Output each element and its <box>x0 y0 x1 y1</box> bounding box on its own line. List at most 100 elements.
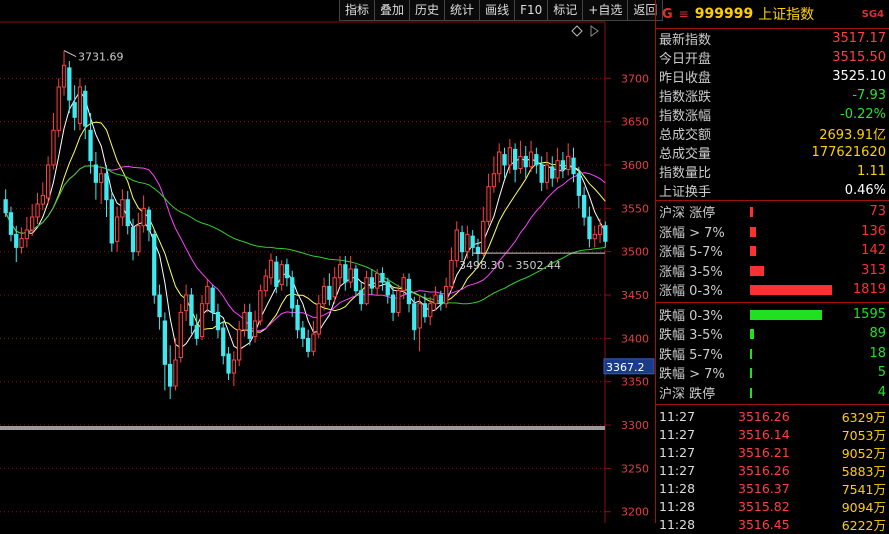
tick-row[interactable]: 11:28 3516.37 7541万 <box>656 479 889 497</box>
range-annotation: 3498.30 - 3502.44 <box>459 259 561 272</box>
y-tick-label: 3200 <box>621 506 649 519</box>
candle-up <box>497 151 502 175</box>
stat-label: 今日开盘 <box>659 52 712 67</box>
candle-up <box>183 294 189 312</box>
tick-volume: 7541万 <box>841 481 886 497</box>
candle-down <box>353 268 359 292</box>
candle-down <box>146 209 152 231</box>
breadth-row: 涨幅 > 7% 136 <box>656 222 889 242</box>
stat-label: 上证换手 <box>659 185 712 200</box>
candle-down <box>603 225 608 242</box>
y-tick-label: 3350 <box>621 376 649 389</box>
toolbar-button-3[interactable]: 统计 <box>445 0 481 21</box>
quote-panel: G ≡ 999999 上证指数 SG4 最新指数 3517.17 今日开盘 3515.… <box>655 0 889 533</box>
tick-volume: 9094万 <box>841 499 886 515</box>
breadth-bar <box>750 368 752 378</box>
breadth-count: 136 <box>861 223 886 239</box>
breadth-label: 跌幅 5-7% <box>659 347 723 363</box>
candle-down <box>502 154 507 166</box>
candle-down <box>513 148 518 170</box>
candle-down <box>587 216 592 240</box>
y-tick-label: 3500 <box>621 246 649 259</box>
tick-row[interactable]: 11:28 3516.45 6222万 <box>656 515 889 533</box>
candle-down <box>390 294 396 313</box>
y-tick-label: 3450 <box>621 289 649 302</box>
candle-up <box>566 155 571 170</box>
stat-label: 指数涨跌 <box>659 90 712 105</box>
candle-up <box>136 225 141 253</box>
candle-down <box>422 303 428 318</box>
menu-icon[interactable]: ≡ <box>679 7 689 21</box>
candle-up <box>279 264 284 286</box>
high-pointer <box>63 50 77 58</box>
stat-row: 指数涨跌 -7.93 <box>656 86 889 105</box>
stat-row: 昨日收盘 3525.10 <box>656 67 889 86</box>
candle-up <box>544 164 550 183</box>
candle-up <box>454 229 459 261</box>
tick-price: 3516.14 <box>738 426 790 442</box>
candle-up <box>30 216 35 231</box>
toolbar-button-2[interactable]: 历史 <box>410 0 446 21</box>
toolbar-button-0[interactable]: 指标 <box>340 0 376 21</box>
y-tick-label: 3700 <box>621 72 649 85</box>
toolbar-button-4[interactable]: 画线 <box>480 0 516 21</box>
toolbar-button-7[interactable]: +自选 <box>583 0 629 21</box>
tick-time: 11:28 <box>659 480 696 496</box>
candle-down <box>8 212 14 235</box>
candle-up <box>268 259 274 279</box>
stat-row: 总成交量 177621620 <box>656 143 889 162</box>
breadth-bar <box>750 329 755 339</box>
candle-down <box>157 294 162 318</box>
tick-row[interactable]: 11:27 3516.26 6329万 <box>656 407 889 425</box>
candle-up <box>507 147 513 166</box>
tick-row[interactable]: 11:27 3516.21 9052万 <box>656 443 889 461</box>
candle-up <box>231 359 236 374</box>
breadth-count: 1595 <box>852 306 886 322</box>
stat-label: 最新指数 <box>659 33 712 48</box>
stat-label: 总成交额 <box>659 128 712 143</box>
toolbar-button-1[interactable]: 叠加 <box>375 0 411 21</box>
y-tick-label: 3250 <box>621 462 649 475</box>
y-tick-label: 3400 <box>621 332 649 345</box>
candle-up <box>486 186 491 222</box>
stat-value: -7.93 <box>852 88 886 103</box>
candle-down <box>215 311 221 331</box>
tick-price: 3516.45 <box>738 516 790 532</box>
candle-down <box>221 327 226 357</box>
candle-up <box>396 290 401 313</box>
candlestick-chart[interactable]: 3700 3650 3600 3550 3500 3450 3400 3350 3300 3250… <box>0 0 655 523</box>
tick-row[interactable]: 11:28 3515.82 9094万 <box>656 497 889 515</box>
expand-arrow-icon <box>590 25 599 37</box>
stat-row: 上证换手 0.46% <box>656 181 889 200</box>
stat-label: 指数涨幅 <box>659 109 712 124</box>
candle-up <box>141 207 146 227</box>
candle-down <box>306 337 311 352</box>
candle-up <box>321 285 327 305</box>
tick-volume: 6329万 <box>841 409 886 425</box>
candle-down <box>571 157 576 175</box>
stat-row: 指数量比 1.11 <box>656 162 889 181</box>
candle-up <box>237 329 242 361</box>
candle-up <box>199 303 205 338</box>
toolbar-button-6[interactable]: 标记 <box>548 0 584 21</box>
stat-value: 3525.10 <box>832 69 886 84</box>
candle-up <box>178 311 183 358</box>
tick-row[interactable]: 11:27 3516.14 7053万 <box>656 425 889 443</box>
market-mark[interactable]: G <box>662 7 673 22</box>
toolbar-button-5[interactable]: F10 <box>515 0 549 21</box>
breadth-bar <box>750 285 832 295</box>
candle-up <box>337 264 343 279</box>
breadth-row: 沪深 涨停 73 <box>656 202 889 222</box>
candle-up <box>375 272 380 289</box>
breadth-label: 沪深 跌停 <box>659 386 716 402</box>
breadth-label: 涨幅 > 7% <box>659 225 725 241</box>
breadth-count: 73 <box>869 204 886 220</box>
candle-down <box>343 264 348 283</box>
tick-list[interactable]: 11:27 3516.26 6329万 11:27 3516.14 7053万 11:27 3… <box>656 405 889 533</box>
data-source-badge[interactable]: SG4 <box>862 9 884 20</box>
stat-value: 3517.17 <box>832 31 886 46</box>
breadth-label: 涨幅 5-7% <box>659 245 723 261</box>
tick-row[interactable]: 11:27 3516.26 5883万 <box>656 461 889 479</box>
stat-value: 0.46% <box>844 183 886 198</box>
breadth-row: 沪深 跌停 4 <box>656 383 889 403</box>
